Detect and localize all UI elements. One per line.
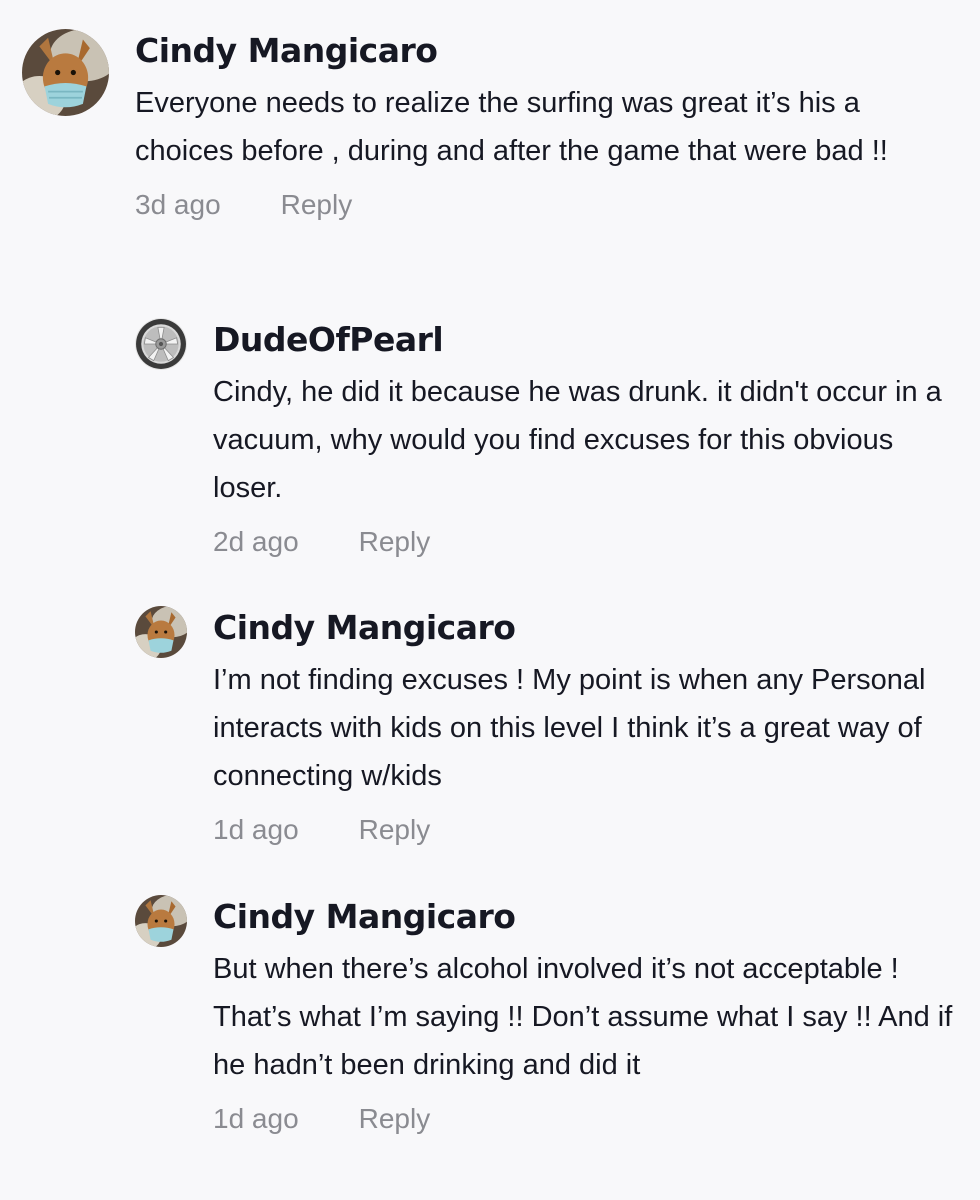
reply-button[interactable]: Reply <box>359 1101 431 1137</box>
comment-body: Cindy Mangicaro But when there’s alcohol… <box>213 897 953 1137</box>
wheel-rim-avatar-icon <box>135 318 187 370</box>
comment-meta: 1d ago Reply <box>213 1101 953 1137</box>
comment-body: DudeOfPearl Cindy, he did it because he … <box>213 320 953 560</box>
comment-text: Everyone needs to realize the surfing wa… <box>135 87 888 167</box>
comment-text: I’m not finding excuses ! My point is wh… <box>213 664 926 792</box>
comment-body: Cindy Mangicaro Everyone needs to realiz… <box>135 31 955 223</box>
reply-button[interactable]: Reply <box>281 187 353 223</box>
dog-with-mask-avatar-icon <box>135 895 187 947</box>
comment-body: Cindy Mangicaro I’m not finding excuses … <box>213 608 953 848</box>
username[interactable]: Cindy Mangicaro <box>213 608 953 648</box>
dog-with-mask-avatar-icon <box>22 29 109 116</box>
comment-text: But when there’s alcohol involved it’s n… <box>213 953 953 1081</box>
dog-with-mask-avatar-icon <box>135 606 187 658</box>
avatar[interactable] <box>135 895 187 947</box>
username[interactable]: DudeOfPearl <box>213 320 953 360</box>
comment-meta: 1d ago Reply <box>213 812 953 848</box>
avatar[interactable] <box>135 318 187 370</box>
reply-button[interactable]: Reply <box>359 812 431 848</box>
avatar[interactable] <box>135 606 187 658</box>
timestamp: 2d ago <box>213 526 299 557</box>
comment-meta: 3d ago Reply <box>135 187 955 223</box>
username[interactable]: Cindy Mangicaro <box>135 31 955 71</box>
timestamp: 1d ago <box>213 814 299 845</box>
reply-button[interactable]: Reply <box>359 524 431 560</box>
username[interactable]: Cindy Mangicaro <box>213 897 953 937</box>
timestamp: 3d ago <box>135 189 221 220</box>
comment-meta: 2d ago Reply <box>213 524 953 560</box>
avatar[interactable] <box>22 29 109 116</box>
comment-text: Cindy, he did it because he was drunk. i… <box>213 376 942 504</box>
timestamp: 1d ago <box>213 1103 299 1134</box>
